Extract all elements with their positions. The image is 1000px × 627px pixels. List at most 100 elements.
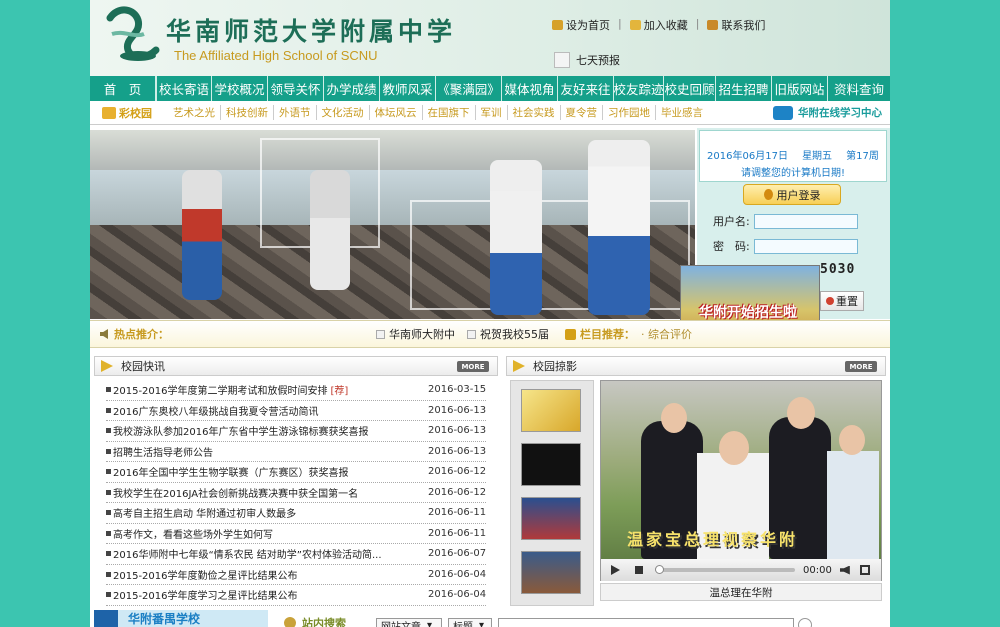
nav-item[interactable]: 办学成绩	[324, 76, 380, 101]
column-item[interactable]: · 综合评价	[641, 326, 692, 342]
news-item-date: 2016-06-13	[428, 445, 487, 457]
photos-more-button[interactable]: MORE	[845, 361, 877, 372]
sub-nav-links: 艺术之光 科技创新 外语节 文化活动 体坛风云 在国旗下 军训 社会实践 夏令营…	[168, 105, 708, 120]
video-thumbnail[interactable]	[521, 551, 581, 594]
add-favorite-link[interactable]: 加入收藏	[629, 17, 688, 33]
nav-item[interactable]: 友好来往	[558, 76, 614, 101]
student-figure	[490, 160, 542, 315]
sub-nav-link[interactable]: 在国旗下	[423, 105, 476, 120]
news-item[interactable]: 2016年全国中学生生物学联赛（广东赛区）获奖喜报 2016-06-12	[106, 462, 486, 483]
news-title: 校园快讯	[121, 360, 165, 373]
set-homepage-link[interactable]: 设为首页	[552, 17, 610, 33]
nav-item[interactable]: 校长寄语	[156, 76, 212, 101]
sub-nav-link[interactable]: 科技创新	[221, 105, 274, 120]
nav-item[interactable]: 校友踪迹	[614, 76, 664, 101]
video-thumbnail[interactable]	[521, 443, 581, 486]
hot-item[interactable]: 祝贺我校55届	[467, 326, 549, 342]
school-logo-icon	[106, 6, 160, 61]
sub-nav-link[interactable]: 社会实践	[508, 105, 561, 120]
username-input[interactable]	[753, 213, 858, 229]
news-item[interactable]: 2015-2016学年度第二学期考试和放假时间安排 [荐] 2016-03-15	[106, 380, 486, 401]
top-links: 设为首页 | 加入收藏 | 联系我们	[552, 17, 765, 33]
fullscreen-icon[interactable]	[859, 565, 870, 575]
news-item[interactable]: 2016广东奥校八年级挑战自我夏令营活动简讯 2016-06-13	[106, 401, 486, 421]
video-title[interactable]: 温总理在华附	[600, 583, 882, 601]
nav-item-home[interactable]: 首 页	[90, 76, 156, 101]
video-player[interactable]: 温家宝总理视察华附 00:00	[600, 380, 882, 581]
news-item-date: 2016-06-12	[428, 486, 487, 498]
arrow-icon	[513, 360, 525, 372]
photos-title: 校园掠影	[533, 360, 577, 373]
play-icon[interactable]	[611, 565, 620, 575]
volume-icon[interactable]	[839, 565, 850, 575]
nav-item[interactable]: 招生招聘	[716, 76, 772, 101]
search-input[interactable]	[498, 618, 794, 627]
bullet-icon	[106, 387, 111, 393]
panyu-school-banner[interactable]: 华附番禺学校	[94, 610, 268, 627]
weather-icon	[554, 52, 570, 68]
bullet-icon	[106, 551, 111, 557]
news-item[interactable]: 高考作文，看看这些场外学生如何写 2016-06-11	[106, 524, 486, 544]
reset-icon	[826, 297, 834, 305]
news-item-title: 2015-2016学年度学习之星评比结果公布	[113, 591, 298, 603]
sub-nav-link[interactable]: 习作园地	[603, 105, 656, 120]
news-item-title: 2015-2016学年度勤俭之星评比结果公布	[113, 570, 298, 582]
news-item[interactable]: 2015-2016学年度学习之星评比结果公布 2016-06-04	[106, 585, 486, 606]
user-login-button[interactable]: 用户登录	[743, 184, 841, 205]
news-item-date: 2016-06-04	[428, 589, 487, 601]
nav-item[interactable]: 资料查询	[828, 76, 890, 101]
chevron-down-icon: ▾	[427, 619, 433, 627]
video-caption: 温家宝总理视察华附	[627, 530, 799, 549]
news-item[interactable]: 我校游泳队参加2016年广东省中学生游泳锦标赛获奖喜报 2016-06-13	[106, 421, 486, 442]
nav-item[interactable]: 旧版网站	[772, 76, 828, 101]
student-figure	[588, 140, 650, 315]
enrollment-ad-text: 华附开始招生啦	[699, 305, 797, 321]
video-thumbnail[interactable]	[521, 497, 581, 540]
sub-nav-link[interactable]: 夏令营	[561, 105, 603, 120]
news-item[interactable]: 2016华师附中七年级“情系农民 结对助学”农村体验活动简... 2016-06-…	[106, 544, 486, 565]
hot-item-label: 华南师大附中	[389, 328, 455, 341]
news-item[interactable]: 2015-2016学年度勤俭之星评比结果公布 2016-06-04	[106, 565, 486, 585]
nav-item[interactable]: 教师风采	[380, 76, 436, 101]
nav-item[interactable]: 媒体视角	[502, 76, 558, 101]
sub-nav-link[interactable]: 外语节	[274, 105, 317, 120]
hero-banner[interactable]	[90, 130, 695, 319]
news-item-title: 高考作文，看看这些场外学生如何写	[113, 529, 273, 541]
nav-item[interactable]: 《聚满园》	[436, 76, 502, 101]
password-input[interactable]	[753, 238, 858, 254]
nav-item[interactable]: 校史回顾	[664, 76, 716, 101]
news-item[interactable]: 我校学生在2016JA社会创新挑战赛决赛中获全国第一名 2016-06-12	[106, 483, 487, 503]
sub-nav-link[interactable]: 毕业感言	[656, 105, 708, 120]
video-thumbnail[interactable]	[521, 389, 581, 432]
sub-nav-link[interactable]: 文化活动	[317, 105, 370, 120]
mail-icon	[707, 20, 719, 30]
hot-item[interactable]: 华南师大附中	[376, 326, 455, 342]
hot-item-label: 祝贺我校55届	[480, 328, 549, 341]
news-more-button[interactable]: MORE	[457, 361, 489, 372]
search-type-select[interactable]: 网站文章 ▾	[376, 618, 442, 627]
video-controls: 00:00	[601, 559, 881, 581]
seek-knob[interactable]	[655, 565, 664, 574]
sub-nav-link[interactable]: 艺术之光	[168, 105, 221, 120]
sub-nav-link[interactable]: 军训	[476, 105, 508, 120]
contact-us-link[interactable]: 联系我们	[707, 17, 765, 33]
stop-icon[interactable]	[635, 566, 643, 574]
news-item-date: 2016-06-11	[428, 507, 487, 519]
site-search-text: 站内搜索	[302, 617, 346, 627]
nav-item[interactable]: 学校概况	[212, 76, 268, 101]
news-item[interactable]: 高考自主招生启动 华附通过初审人数最多 2016-06-11	[106, 503, 486, 524]
username-row: 用户名:	[713, 213, 858, 229]
student-figure	[182, 170, 222, 300]
search-go-icon[interactable]	[798, 618, 812, 627]
school-name-en: The Affiliated High School of SCNU	[174, 48, 378, 63]
reset-button[interactable]: 重置	[820, 291, 864, 311]
sub-nav-link[interactable]: 体坛风云	[370, 105, 423, 120]
search-field-select[interactable]: 标题 ▾	[448, 618, 492, 627]
nav-item[interactable]: 领导关怀	[268, 76, 324, 101]
istudy-link[interactable]: 华附在线学习中心	[773, 105, 882, 120]
seek-bar[interactable]	[655, 565, 795, 574]
news-item[interactable]: 招聘生活指导老师公告 2016-06-13	[106, 442, 487, 462]
bullet-icon	[106, 571, 111, 577]
weather-widget[interactable]: 七天预报	[554, 52, 620, 68]
bullet-icon	[106, 407, 111, 413]
